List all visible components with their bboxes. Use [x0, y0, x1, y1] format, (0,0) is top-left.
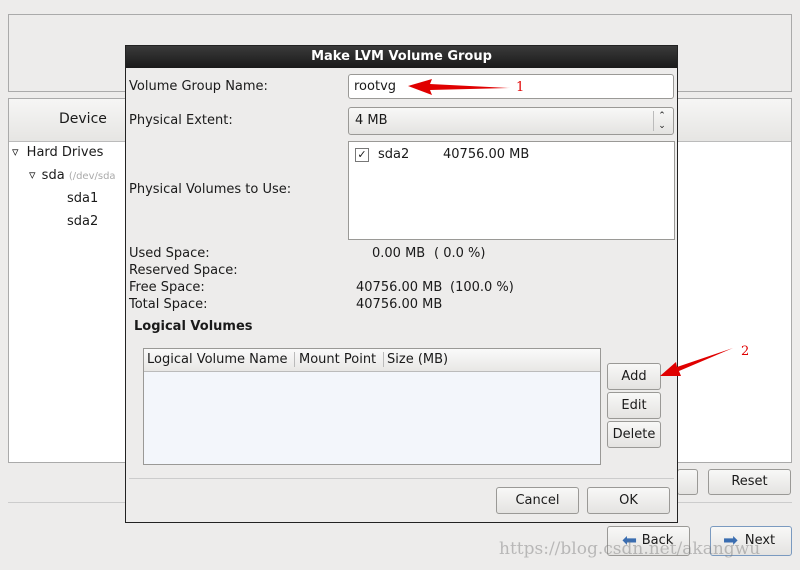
annotation-arrows [408, 79, 733, 376]
annotation-arrow-1 [408, 79, 510, 95]
watermark: https://blog.csdn.net/akangwu [499, 539, 761, 559]
annotation-2: 2 [741, 344, 750, 359]
annotation-arrow-2 [660, 348, 733, 376]
annotation-1: 1 [516, 80, 525, 95]
